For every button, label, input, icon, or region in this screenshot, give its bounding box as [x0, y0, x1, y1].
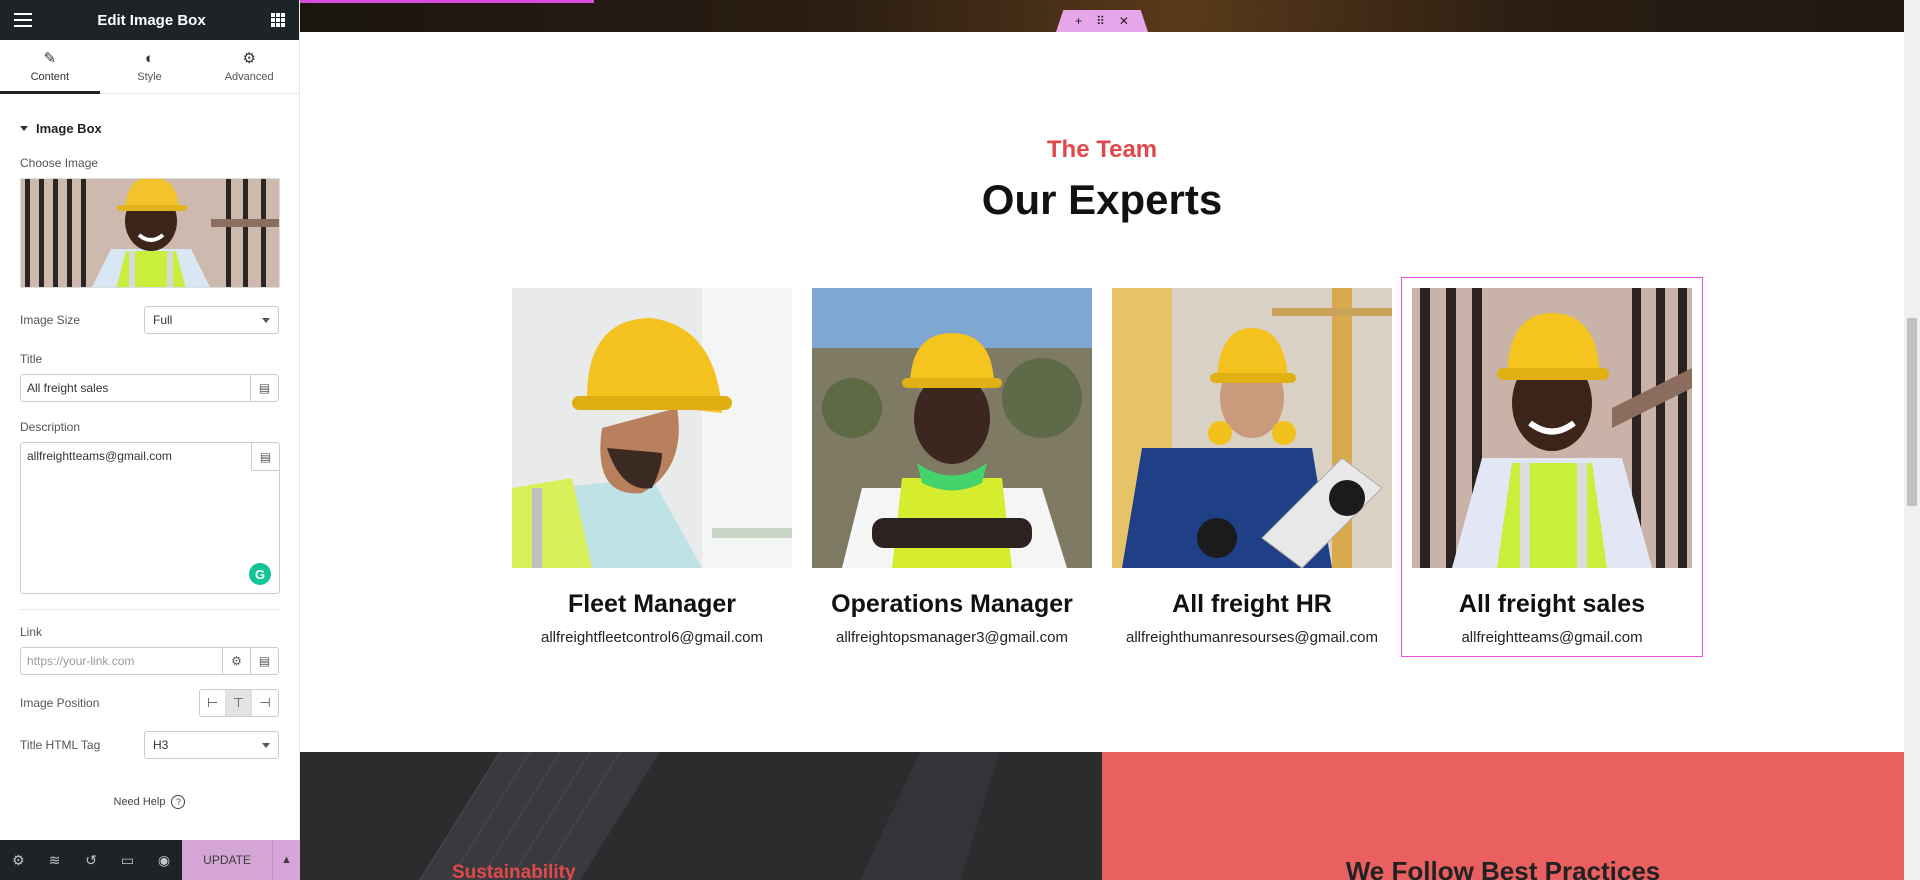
tab-advanced[interactable]: ⚙ Advanced	[199, 40, 299, 93]
widgets-grid-icon[interactable]	[270, 13, 285, 27]
choose-image-label: Choose Image	[20, 156, 99, 170]
section-eyebrow: The Team	[1046, 136, 1158, 163]
section-title: Image Box	[36, 121, 102, 136]
team-photo	[1412, 288, 1692, 568]
title-tag-value: H3	[153, 738, 169, 752]
panel-title: Edit Image Box	[97, 11, 206, 29]
image-size-select[interactable]: Full	[144, 306, 279, 334]
image-chooser[interactable]	[20, 178, 280, 288]
history-icon[interactable]: ↺	[73, 840, 109, 880]
card-title: Operations Manager	[831, 590, 1073, 618]
divider	[20, 609, 279, 610]
update-button[interactable]: UPDATE	[182, 840, 272, 880]
chevron-down-icon	[262, 317, 270, 323]
section-handle: + ⠿ ✕	[1056, 10, 1148, 32]
pencil-icon: ✎	[43, 49, 57, 67]
position-left-icon[interactable]: ⊢	[200, 690, 226, 716]
team-card[interactable]: All freight HR allfreighthumanresourses@…	[1112, 288, 1392, 646]
menu-icon[interactable]	[14, 13, 32, 27]
title-tag-select[interactable]: H3	[144, 731, 279, 759]
description-label: Description	[20, 420, 81, 434]
link-options-gear-icon[interactable]: ⚙	[222, 648, 250, 674]
panel-body: Image Box Choose Image Image Size Full T…	[0, 121, 299, 809]
delete-section-icon[interactable]: ✕	[1119, 14, 1129, 28]
best-practices-heading: We Follow Best Practices	[1345, 856, 1661, 880]
need-help-label: Need Help	[113, 796, 166, 808]
team-photo	[1112, 288, 1392, 568]
image-size-label: Image Size	[20, 313, 81, 327]
panel-tabs: ✎ Content ◐ Style ⚙ Advanced	[0, 40, 299, 94]
team-card[interactable]: Fleet Manager allfreightfleetcontrol6@gm…	[512, 288, 792, 646]
help-icon: ?	[171, 795, 186, 809]
scrollbar-thumb[interactable]	[1907, 318, 1917, 506]
drag-handle-icon[interactable]: ⠿	[1096, 14, 1105, 28]
link-label: Link	[20, 625, 43, 639]
settings-icon[interactable]: ⚙	[0, 840, 36, 880]
contrast-icon: ◐	[144, 49, 155, 67]
panel-footer: ⚙ ≋ ↺ ▭ ◉ UPDATE ▲	[0, 840, 300, 880]
panel-header: Edit Image Box	[0, 0, 299, 40]
image-size-value: Full	[153, 313, 173, 327]
card-email: allfreightfleetcontrol6@gmail.com	[541, 629, 763, 646]
add-section-icon[interactable]: +	[1075, 14, 1082, 28]
position-right-icon[interactable]: ⊣	[252, 690, 278, 716]
card-title: All freight HR	[1172, 590, 1332, 618]
chevron-down-icon	[262, 742, 270, 748]
link-field: https://your-link.com ⚙ ▤	[20, 647, 279, 675]
sustainability-heading: Sustainability	[452, 862, 576, 880]
need-help-link[interactable]: Need Help ?	[20, 795, 279, 809]
section-toggle-image-box[interactable]: Image Box	[20, 121, 279, 136]
title-label: Title	[20, 352, 43, 366]
dynamic-tags-icon[interactable]: ▤	[250, 375, 278, 401]
card-title: Fleet Manager	[567, 590, 737, 618]
preview-eye-icon[interactable]: ◉	[146, 840, 182, 880]
link-input[interactable]: https://your-link.com	[21, 648, 222, 674]
image-position-control: ⊢ ⊤ ⊣	[199, 689, 279, 717]
tab-style-label: Style	[137, 70, 162, 83]
section-heading: Our Experts	[981, 176, 1223, 223]
card-email: allfreighthumanresourses@gmail.com	[1126, 629, 1378, 646]
editor-panel: Edit Image Box ✎ Content ◐ Style ⚙ Advan…	[0, 0, 300, 880]
selected-image-thumbnail	[21, 179, 279, 287]
team-card-selected[interactable]: All freight sales allfreightteams@gmail.…	[1401, 277, 1703, 657]
tab-style[interactable]: ◐ Style	[100, 40, 200, 93]
best-practices-section: We Follow Best Practices	[1102, 752, 1904, 880]
building-background-image	[419, 752, 1000, 880]
chevron-up-icon[interactable]: ▲	[271, 840, 300, 880]
tab-content[interactable]: ✎ Content	[0, 40, 100, 94]
description-textarea[interactable]: allfreightteams@gmail.com ▤ G	[20, 442, 280, 594]
card-email: allfreightteams@gmail.com	[1461, 629, 1643, 646]
team-photo	[512, 288, 792, 568]
card-title: All freight sales	[1458, 590, 1646, 618]
card-email: allfreightopsmanager3@gmail.com	[835, 629, 1068, 646]
dynamic-tags-icon[interactable]: ▤	[250, 648, 278, 674]
grammarly-icon[interactable]: G	[249, 563, 271, 585]
description-value: allfreightteams@gmail.com	[27, 449, 172, 463]
caret-down-icon	[20, 126, 28, 131]
dynamic-tags-icon[interactable]: ▤	[251, 443, 279, 471]
team-card[interactable]: Operations Manager allfreightopsmanager3…	[812, 288, 1092, 646]
navigator-layers-icon[interactable]: ≋	[36, 840, 72, 880]
title-field: All freight sales ▤	[20, 374, 279, 402]
gear-icon: ⚙	[242, 49, 256, 67]
tab-content-label: Content	[30, 70, 70, 83]
page-scrollbar[interactable]	[1904, 0, 1920, 880]
image-position-label: Image Position	[20, 696, 100, 710]
sustainability-section: Sustainability	[300, 752, 1102, 880]
team-photo	[812, 288, 1092, 568]
responsive-mode-icon[interactable]: ▭	[109, 840, 145, 880]
title-input[interactable]: All freight sales	[21, 375, 250, 401]
title-tag-label: Title HTML Tag	[20, 738, 101, 752]
tab-advanced-label: Advanced	[224, 70, 274, 83]
selection-indicator-line	[300, 0, 594, 3]
page-preview: + ⠿ ✕ The Team Our Experts Fleet Manager…	[300, 0, 1904, 880]
position-top-icon[interactable]: ⊤	[226, 690, 252, 716]
